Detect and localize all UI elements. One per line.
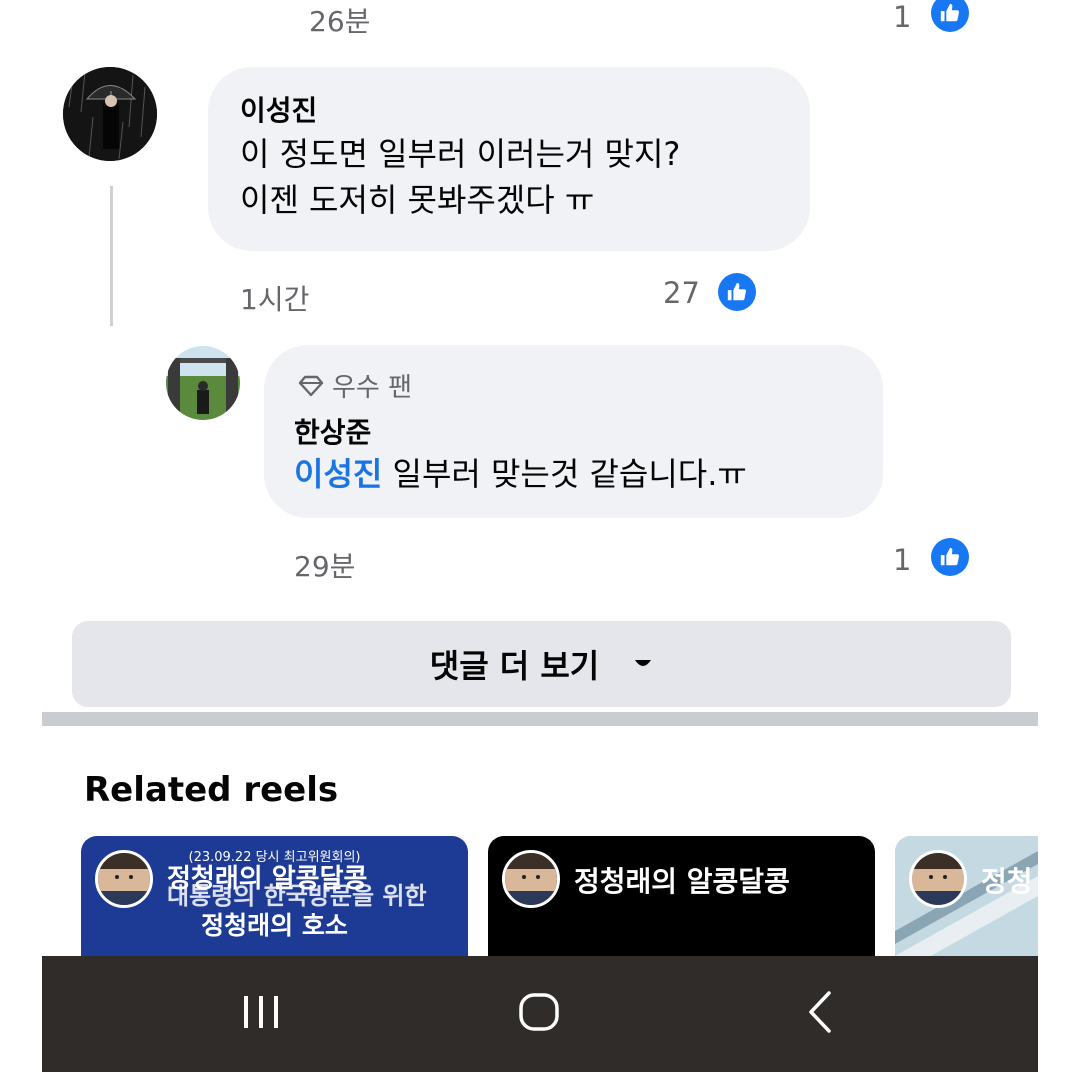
system-navigation-bar — [42, 956, 1038, 1072]
back-icon[interactable] — [806, 990, 834, 1038]
reply-text: 이성진 일부러 맞는것 같습니다.ㅠ — [294, 451, 747, 497]
section-divider — [42, 712, 1038, 726]
reply-body: 일부러 맞는것 같습니다.ㅠ — [382, 455, 747, 493]
reply-bubble[interactable]: 우수 팬 한상준 이성진 일부러 맞는것 같습니다.ㅠ — [264, 345, 883, 518]
view-more-comments-button[interactable]: 댓글 더 보기 — [72, 621, 1011, 707]
comment-text-line: 이 정도면 일부러 이러는거 맞지? — [240, 135, 681, 173]
like-icon[interactable] — [931, 538, 969, 576]
reel-title: 정청 — [981, 865, 1033, 898]
reel-avatar — [909, 850, 967, 908]
view-more-label: 댓글 더 보기 — [429, 647, 600, 685]
avatar[interactable] — [63, 67, 157, 161]
reel-card[interactable]: 정청래의 알콩달콩 — [488, 836, 875, 976]
reply-time[interactable]: 29분 — [294, 545, 355, 585]
mention-link[interactable]: 이성진 — [294, 455, 382, 493]
diamond-icon — [298, 375, 324, 396]
reel-avatar — [95, 850, 153, 908]
related-reels-title: Related reels — [84, 770, 339, 810]
top-comment-time: 26분 — [309, 5, 371, 38]
reel-subtitle: 정청래의 호소 — [201, 911, 348, 940]
reel-card[interactable]: (23.09.22 당시 최고위원회의) 정청래의 알콩달콩 대통령의 한국방문… — [81, 836, 468, 976]
comment-like-count[interactable]: 27 — [663, 276, 700, 310]
reply-like-count[interactable]: 1 — [893, 543, 911, 577]
reply-author[interactable]: 한상준 — [294, 411, 371, 451]
reel-card[interactable]: 정청 — [895, 836, 1038, 976]
comment-text-line: 이젠 도저히 못봐주겠다 ㅠ — [240, 181, 595, 219]
comment-text: 이 정도면 일부러 이러는거 맞지? 이젠 도저히 못봐주겠다 ㅠ — [240, 131, 800, 223]
like-icon[interactable] — [931, 0, 969, 32]
comment-author[interactable]: 이성진 — [240, 89, 317, 129]
comment-bubble[interactable]: 이성진 이 정도면 일부러 이러는거 맞지? 이젠 도저히 못봐주겠다 ㅠ — [208, 67, 810, 251]
badge-label: 우수 팬 — [332, 373, 413, 403]
reel-title: 정청래의 알콩달콩 — [574, 865, 790, 898]
caret-down-icon — [635, 660, 652, 666]
reel-avatar — [502, 850, 560, 908]
comment-time[interactable]: 1시간 — [240, 278, 309, 318]
thread-line — [110, 186, 113, 326]
recent-apps-icon[interactable] — [242, 994, 280, 1034]
reply-avatar[interactable] — [166, 346, 240, 420]
top-comment-like-count[interactable]: 1 — [893, 0, 911, 34]
top-fan-badge: 우수 팬 — [298, 367, 412, 404]
like-icon[interactable] — [718, 273, 756, 311]
home-icon[interactable] — [518, 992, 560, 1036]
